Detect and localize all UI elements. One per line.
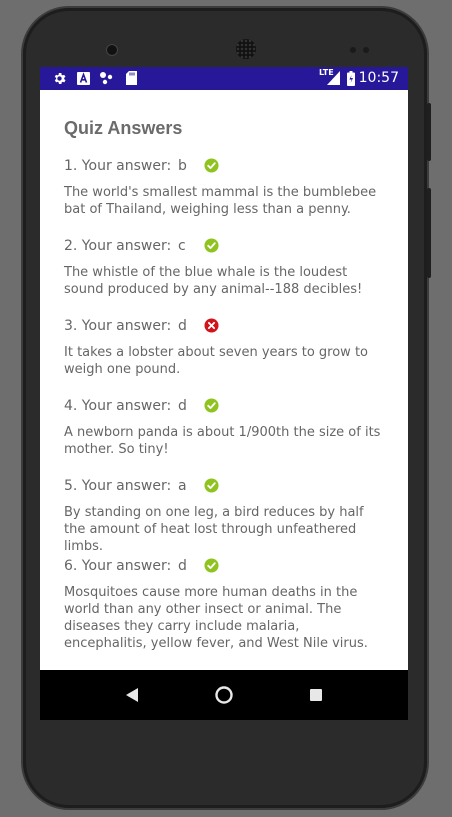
answer-label: 4. Your answer: [64, 398, 172, 414]
answer-item: 1. Your answer: b The world's smallest ma… [64, 156, 384, 218]
answer-value: d [178, 398, 187, 414]
answer-item: 6. Your answer: d Mosquitoes cause more h… [64, 556, 384, 652]
fun-fact: The world's smallest mammal is the bumbl… [64, 185, 377, 217]
answer-label: 3. Your answer: [64, 318, 172, 334]
check-icon [204, 398, 219, 413]
answer-value: c [178, 238, 186, 254]
sensor [350, 47, 356, 53]
fun-fact: Mosquitoes cause more human deaths in th… [64, 585, 368, 651]
gear-icon [51, 70, 67, 86]
sd-card-icon [125, 70, 137, 86]
cross-icon [204, 318, 219, 333]
home-icon[interactable] [212, 683, 236, 707]
dots-icon [99, 70, 115, 86]
front-camera [107, 45, 117, 55]
answer-label: 1. Your answer: [64, 158, 172, 174]
fun-fact: By standing on one leg, a bird reduces b… [64, 505, 364, 554]
check-icon [204, 158, 219, 173]
recents-icon[interactable] [304, 683, 328, 707]
back-icon[interactable] [120, 683, 144, 707]
battery-icon [346, 70, 355, 86]
answer-value: a [178, 478, 187, 494]
check-icon [204, 238, 219, 253]
volume-button [427, 188, 431, 278]
fun-fact: It takes a lobster about seven years to … [64, 345, 369, 377]
earpiece-speaker [236, 39, 256, 59]
answer-label: 5. Your answer: [64, 478, 172, 494]
a-icon [76, 70, 90, 86]
device-screen: LTE 10:57 Quiz Answers 1. Your answer: b … [40, 67, 408, 720]
answer-item: 5. Your answer: a By standing on one leg,… [64, 476, 384, 555]
fun-fact: The whistle of the blue whale is the lou… [64, 265, 363, 297]
clock: 10:57 [358, 70, 399, 86]
status-bar: LTE 10:57 [40, 67, 408, 90]
answer-label: 2. Your answer: [64, 238, 172, 254]
navigation-bar [40, 670, 408, 720]
check-icon [204, 558, 219, 573]
fun-fact: A newborn panda is about 1/900th the siz… [64, 425, 381, 457]
quiz-answers-screen[interactable]: Quiz Answers 1. Your answer: b The world'… [40, 90, 408, 670]
answer-item: 4. Your answer: d A newborn panda is abou… [64, 396, 384, 458]
answer-item: 3. Your answer: d It takes a lobster abou… [64, 316, 384, 378]
answer-item: 2. Your answer: c The whistle of the blue… [64, 236, 384, 298]
signal-icon [326, 70, 340, 86]
power-button [427, 103, 431, 161]
answer-value: b [178, 158, 187, 174]
sensor [363, 47, 369, 53]
page-title: Quiz Answers [64, 118, 183, 138]
answer-value: d [178, 318, 187, 334]
answer-value: d [178, 558, 187, 574]
check-icon [204, 478, 219, 493]
answer-label: 6. Your answer: [64, 558, 172, 574]
